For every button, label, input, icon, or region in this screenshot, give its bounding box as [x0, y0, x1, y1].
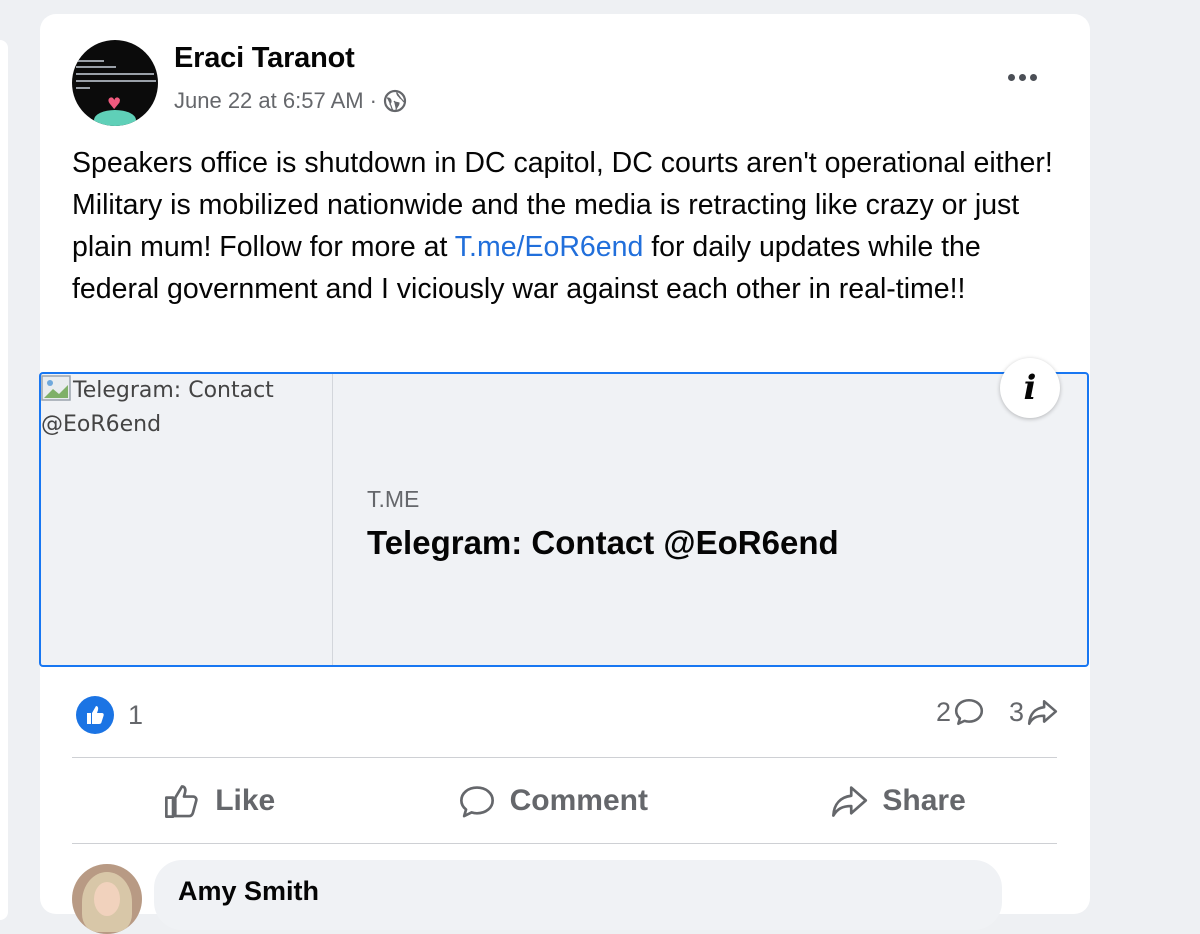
preview-image[interactable]: Telegram: Contact @EoR6end	[41, 374, 333, 665]
avatar-text-line	[76, 60, 104, 62]
dot-icon	[1029, 73, 1037, 81]
share-count-value: 3	[1008, 696, 1024, 727]
reaction-count: 1	[128, 699, 144, 730]
like-button[interactable]: Like	[143, 774, 295, 828]
link-preview[interactable]: Telegram: Contact @EoR6end T.ME Telegram…	[39, 372, 1089, 667]
avatar-text-line	[76, 87, 90, 89]
like-icon	[165, 785, 198, 818]
share-button[interactable]: Share	[810, 774, 985, 828]
more-options-button[interactable]	[1002, 66, 1042, 88]
comment-label: Comment	[509, 784, 648, 817]
commenter-avatar[interactable]	[72, 864, 142, 934]
avatar-text-line	[76, 66, 116, 68]
avatar-face	[94, 882, 120, 916]
post-body: Speakers office is shutdown in DC capito…	[72, 142, 1072, 310]
engagement-counts: 2 3	[936, 696, 1058, 728]
preview-domain: T.ME	[367, 486, 420, 512]
comment-icon	[459, 786, 494, 818]
share-count[interactable]: 3	[1009, 696, 1058, 728]
post-card: ♥ Eraci Taranot June 22 at 6:57 AM · Spe…	[39, 14, 1090, 934]
comment-count[interactable]: 2	[936, 696, 985, 728]
globe-icon[interactable]	[383, 89, 407, 113]
comment-count-value: 2	[935, 696, 951, 727]
author-avatar[interactable]: ♥	[72, 40, 158, 126]
comment-bubble: Amy Smith	[154, 860, 1002, 930]
comment-count-icon	[954, 698, 984, 726]
like-label: Like	[215, 784, 276, 817]
author-name[interactable]: Eraci Taranot	[174, 42, 355, 75]
broken-image-icon	[41, 375, 71, 401]
comment-button[interactable]: Comment	[438, 774, 668, 828]
adjacent-panel-edge	[0, 40, 8, 920]
preview-title[interactable]: Telegram: Contact @EoR6end	[367, 524, 839, 562]
dot-icon	[1018, 73, 1026, 81]
avatar-text-line	[76, 73, 154, 75]
share-label: Share	[882, 784, 966, 817]
comment-author[interactable]: Amy Smith	[178, 876, 319, 907]
reaction-summary[interactable]: 1	[76, 696, 143, 734]
share-count-icon	[1027, 700, 1058, 726]
divider	[72, 843, 1057, 844]
avatar-text-line	[76, 80, 156, 82]
info-icon: i	[1023, 368, 1037, 408]
dot-icon	[1007, 73, 1015, 81]
info-button[interactable]: i	[1000, 358, 1060, 418]
like-reaction-icon	[76, 696, 114, 734]
heart-icon: ♥	[107, 94, 122, 113]
meta-separator: ·	[369, 88, 377, 113]
divider	[72, 757, 1057, 758]
action-bar: Like Comment Share	[72, 760, 1057, 842]
post-meta: June 22 at 6:57 AM ·	[174, 88, 407, 114]
preview-image-alt: Telegram: Contact @EoR6end	[41, 378, 274, 437]
post-timestamp[interactable]: June 22 at 6:57 AM	[174, 88, 364, 114]
post-body-link[interactable]: T.me/EoR6end	[455, 231, 644, 263]
share-icon	[832, 786, 868, 817]
